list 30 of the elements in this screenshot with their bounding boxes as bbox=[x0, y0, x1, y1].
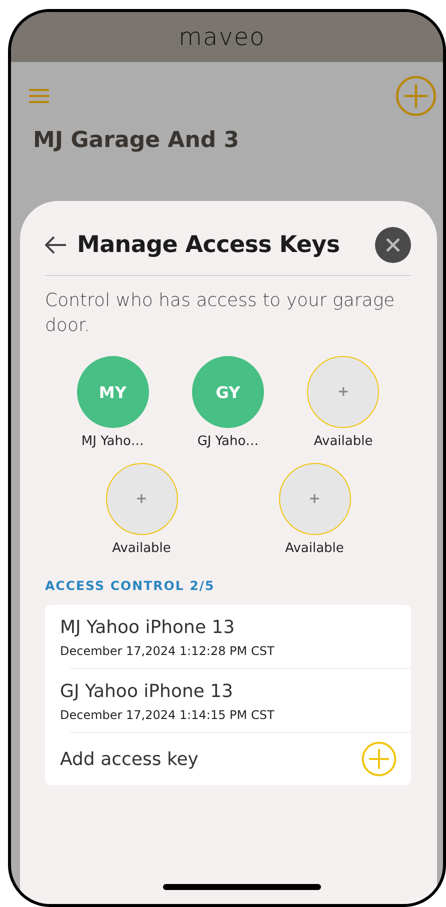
add-button[interactable] bbox=[395, 75, 437, 117]
app-logo: maveo bbox=[178, 23, 266, 51]
back-button[interactable] bbox=[45, 236, 67, 254]
add-key-label: Add access key bbox=[60, 748, 198, 770]
garage-title: MJ Garage And 3 bbox=[32, 127, 240, 153]
slot-label: Available bbox=[112, 541, 171, 556]
key-date: December 17,2024 1:14:15 PM CST bbox=[60, 708, 276, 722]
plus-circle-icon bbox=[361, 741, 397, 777]
empty-slot-button[interactable]: + bbox=[106, 463, 178, 535]
empty-slot-button[interactable]: + bbox=[307, 356, 380, 428]
key-name: GJ Yahoo iPhone 13 bbox=[60, 681, 234, 702]
empty-slot-button[interactable]: + bbox=[278, 463, 350, 535]
slot-label: MJ Yaho… bbox=[81, 434, 144, 449]
menu-icon bbox=[29, 88, 49, 104]
description-text: Control who has access to your garage door. bbox=[45, 289, 396, 338]
sheet-title: Manage Access Keys bbox=[77, 232, 341, 258]
key-date: December 17,2024 1:12:28 PM CST bbox=[60, 644, 276, 658]
section-label: ACCESS CONTROL 2/5 bbox=[45, 578, 216, 593]
user-avatar[interactable]: GY bbox=[192, 356, 264, 428]
add-key-button[interactable] bbox=[361, 741, 397, 777]
slot-label: Available bbox=[314, 434, 373, 449]
close-button[interactable] bbox=[375, 227, 411, 263]
user-avatar[interactable]: MY bbox=[76, 356, 149, 428]
close-icon bbox=[386, 238, 400, 252]
key-name: MJ Yahoo iPhone 13 bbox=[60, 617, 236, 638]
menu-button[interactable] bbox=[29, 88, 49, 104]
slot-label: Available bbox=[285, 541, 344, 556]
slot-label: GJ Yaho… bbox=[197, 434, 259, 449]
back-arrow-icon bbox=[45, 236, 67, 254]
plus-circle-icon bbox=[395, 75, 437, 117]
